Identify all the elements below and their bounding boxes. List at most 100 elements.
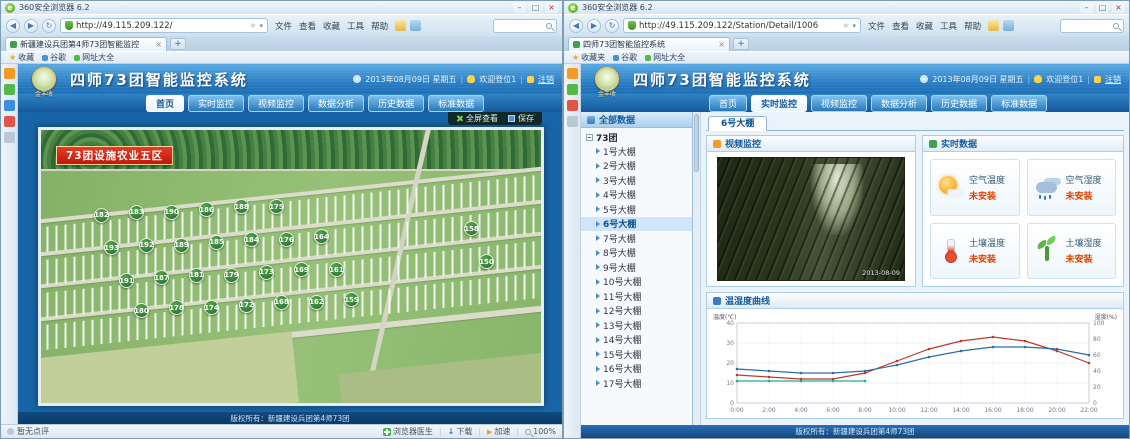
- greenhouse-marker-150[interactable]: 150: [479, 254, 494, 269]
- greenhouse-marker-168[interactable]: 168: [274, 295, 289, 310]
- side-tool-icon-5[interactable]: [4, 132, 15, 143]
- side-tool-icon-2[interactable]: [4, 84, 15, 95]
- status-item-4[interactable]: 100%: [525, 427, 556, 436]
- skin-icon[interactable]: [410, 20, 421, 31]
- nav-tab-5[interactable]: 历史数据: [368, 95, 424, 112]
- save-button[interactable]: 保存: [508, 113, 534, 124]
- bookmark-2[interactable]: 谷歌: [42, 52, 66, 63]
- tree-item-2[interactable]: 2号大棚: [581, 159, 692, 174]
- bookmark-1[interactable]: ★收藏夹: [572, 52, 605, 63]
- tree-item-14[interactable]: 14号大棚: [581, 333, 692, 348]
- bookmark-2[interactable]: 谷歌: [613, 52, 637, 63]
- nav-tab-4[interactable]: 数据分析: [871, 95, 927, 112]
- tree-item-15[interactable]: 15号大棚: [581, 347, 692, 362]
- greenhouse-marker-185[interactable]: 185: [209, 235, 224, 250]
- greenhouse-marker-155[interactable]: 155: [344, 292, 359, 307]
- close-button[interactable]: ×: [1112, 3, 1125, 13]
- browser-tab[interactable]: 新疆建设兵团第4师73团智能监控 ×: [5, 37, 167, 51]
- tab-close-icon[interactable]: ×: [155, 40, 162, 49]
- tree-item-11[interactable]: 11号大棚: [581, 289, 692, 304]
- greenhouse-marker-192[interactable]: 192: [139, 238, 154, 253]
- sensor-card-2[interactable]: 空气湿度未安装: [1027, 159, 1117, 216]
- fullscreen-button[interactable]: 全屏查看: [456, 113, 498, 124]
- bookmark-3[interactable]: 网址大全: [645, 52, 685, 63]
- tree-item-17[interactable]: 17号大棚: [581, 376, 692, 391]
- minimize-button[interactable]: –: [1080, 3, 1093, 13]
- menu-item-4[interactable]: 工具: [940, 20, 957, 32]
- tree-item-16[interactable]: 16号大棚: [581, 362, 692, 377]
- titlebar[interactable]: e 360安全浏览器 6.2 – □ ×: [1, 1, 562, 14]
- nav-tab-6[interactable]: 标准数据: [991, 95, 1047, 112]
- minimize-button[interactable]: –: [513, 3, 526, 13]
- tree-scrollbar[interactable]: [693, 112, 701, 425]
- url-dropdown-icon[interactable]: ▾: [852, 22, 856, 30]
- menu-item-3[interactable]: 收藏: [323, 20, 340, 32]
- greenhouse-marker-162[interactable]: 162: [309, 295, 324, 310]
- titlebar[interactable]: e 360安全浏览器 6.2 – □ ×: [564, 1, 1129, 14]
- status-item-1[interactable]: 浏览器医生: [383, 426, 433, 437]
- greenhouse-marker-191[interactable]: 191: [119, 273, 134, 288]
- scrollbar-thumb[interactable]: [694, 114, 699, 172]
- greenhouse-marker-158[interactable]: 158: [464, 221, 479, 236]
- side-tool-icon-2[interactable]: [567, 84, 578, 95]
- greenhouse-marker-172[interactable]: 172: [239, 298, 254, 313]
- tree-item-5[interactable]: 5号大棚: [581, 202, 692, 217]
- menu-item-5[interactable]: 帮助: [371, 20, 388, 32]
- greenhouse-marker-183[interactable]: 183: [129, 205, 144, 220]
- login-icon[interactable]: [988, 20, 999, 31]
- login-icon[interactable]: [395, 20, 406, 31]
- tree-item-9[interactable]: 9号大棚: [581, 260, 692, 275]
- bookmark-star-icon[interactable]: ★: [842, 21, 849, 30]
- forward-button[interactable]: ▶: [24, 19, 38, 33]
- collapse-icon[interactable]: [586, 134, 593, 141]
- tree-item-6[interactable]: 6号大棚: [581, 217, 692, 232]
- maximize-button[interactable]: □: [1096, 3, 1109, 13]
- nav-tab-5[interactable]: 历史数据: [931, 95, 987, 112]
- greenhouse-marker-186[interactable]: 186: [199, 202, 214, 217]
- tab-close-icon[interactable]: ×: [718, 40, 725, 49]
- side-tool-icon-4[interactable]: [4, 116, 15, 127]
- back-button[interactable]: ◀: [6, 19, 20, 33]
- address-bar[interactable]: http://49.115.209.122/Station/Detail/100…: [623, 18, 861, 33]
- greenhouse-marker-161[interactable]: 161: [329, 262, 344, 277]
- nav-tab-2[interactable]: 实时监控: [751, 95, 807, 112]
- side-tool-icon-4[interactable]: [567, 116, 578, 127]
- menu-item-1[interactable]: 文件: [868, 20, 885, 32]
- greenhouse-marker-184[interactable]: 184: [244, 232, 259, 247]
- bookmark-star-icon[interactable]: ★: [249, 21, 256, 30]
- greenhouse-marker-178[interactable]: 178: [169, 300, 184, 315]
- greenhouse-marker-173[interactable]: 173: [259, 265, 274, 280]
- back-button[interactable]: ◀: [569, 19, 583, 33]
- maximize-button[interactable]: □: [529, 3, 542, 13]
- nav-tab-6[interactable]: 标准数据: [428, 95, 484, 112]
- greenhouse-marker-179[interactable]: 179: [224, 268, 239, 283]
- greenhouse-marker-190[interactable]: 190: [164, 205, 179, 220]
- logout-link[interactable]: 注销: [1105, 74, 1121, 85]
- tree-item-1[interactable]: 1号大棚: [581, 144, 692, 159]
- nav-tab-3[interactable]: 视频监控: [248, 95, 304, 112]
- bookmark-3[interactable]: 网址大全: [74, 52, 114, 63]
- tree-item-4[interactable]: 4号大棚: [581, 188, 692, 203]
- new-tab-button[interactable]: +: [733, 38, 749, 50]
- search-box[interactable]: [1060, 19, 1124, 33]
- greenhouse-marker-182[interactable]: 182: [94, 208, 109, 223]
- menu-item-4[interactable]: 工具: [347, 20, 364, 32]
- nav-tab-2[interactable]: 实时监控: [188, 95, 244, 112]
- menu-item-3[interactable]: 收藏: [916, 20, 933, 32]
- tree-item-8[interactable]: 8号大棚: [581, 246, 692, 261]
- menu-item-1[interactable]: 文件: [275, 20, 292, 32]
- greenhouse-marker-193[interactable]: 193: [104, 240, 119, 255]
- bookmark-1[interactable]: ★收藏: [9, 52, 34, 63]
- browser-tab[interactable]: 四师73团智能监控系统 ×: [568, 37, 730, 51]
- sensor-card-4[interactable]: 土壤湿度未安装: [1027, 223, 1117, 280]
- greenhouse-marker-188[interactable]: 188: [234, 199, 249, 214]
- greenhouse-marker-174[interactable]: 174: [204, 300, 219, 315]
- greenhouse-marker-175[interactable]: 175: [269, 199, 284, 214]
- tree-header[interactable]: 全部数据: [581, 112, 692, 128]
- menu-item-2[interactable]: 查看: [299, 20, 316, 32]
- tree-item-3[interactable]: 3号大棚: [581, 173, 692, 188]
- greenhouse-tab[interactable]: 6号大棚: [708, 116, 767, 131]
- address-bar[interactable]: http://49.115.209.122/ ★ ▾: [60, 18, 268, 33]
- sensor-card-3[interactable]: 土壤温度未安装: [930, 223, 1020, 280]
- greenhouse-marker-189[interactable]: 189: [174, 238, 189, 253]
